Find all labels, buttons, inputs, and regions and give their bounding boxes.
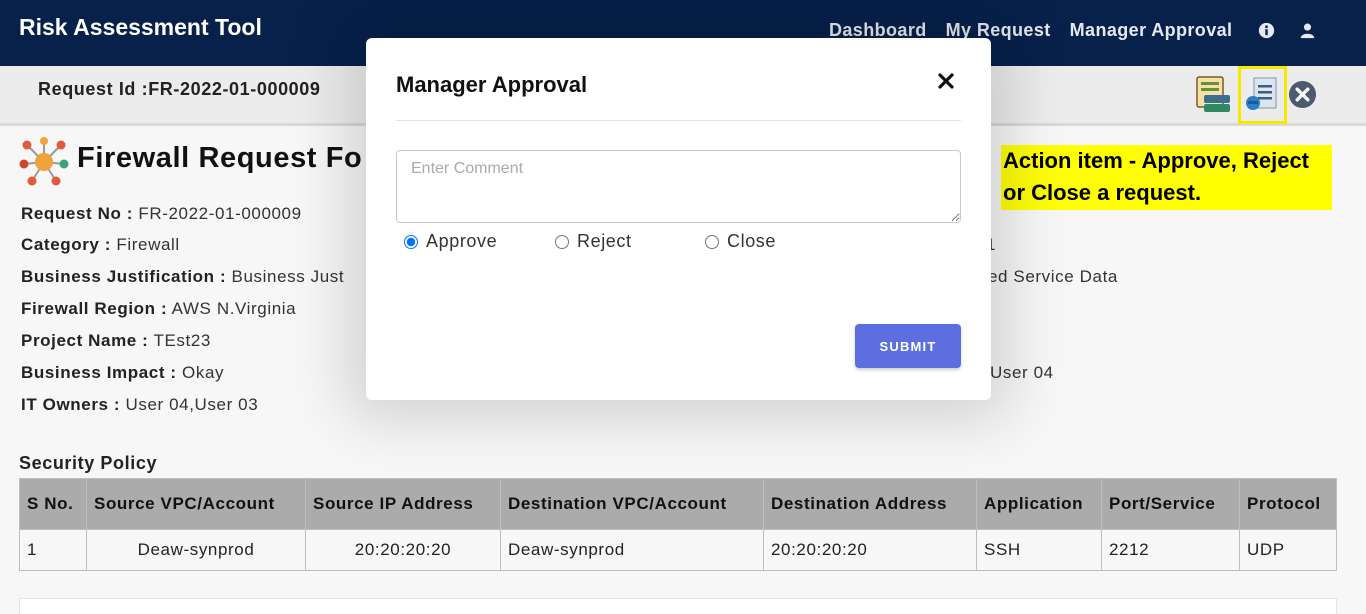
close-icon[interactable] — [937, 72, 955, 90]
radio-reject[interactable]: Reject — [555, 231, 632, 252]
manager-approval-modal: Manager Approval Approve Reject Close SU… — [366, 38, 991, 400]
radio-approve[interactable]: Approve — [404, 231, 497, 252]
radio-approve-input[interactable] — [404, 234, 418, 249]
radio-close-input[interactable] — [705, 234, 719, 249]
radio-reject-label: Reject — [577, 231, 632, 251]
radio-close[interactable]: Close — [705, 231, 776, 252]
radio-close-label: Close — [727, 231, 777, 251]
comment-textarea[interactable] — [396, 150, 961, 223]
radio-reject-input[interactable] — [555, 234, 569, 249]
submit-button[interactable]: SUBMIT — [855, 324, 961, 368]
radio-approve-label: Approve — [426, 231, 498, 251]
modal-divider — [396, 120, 961, 121]
modal-title: Manager Approval — [396, 72, 588, 97]
